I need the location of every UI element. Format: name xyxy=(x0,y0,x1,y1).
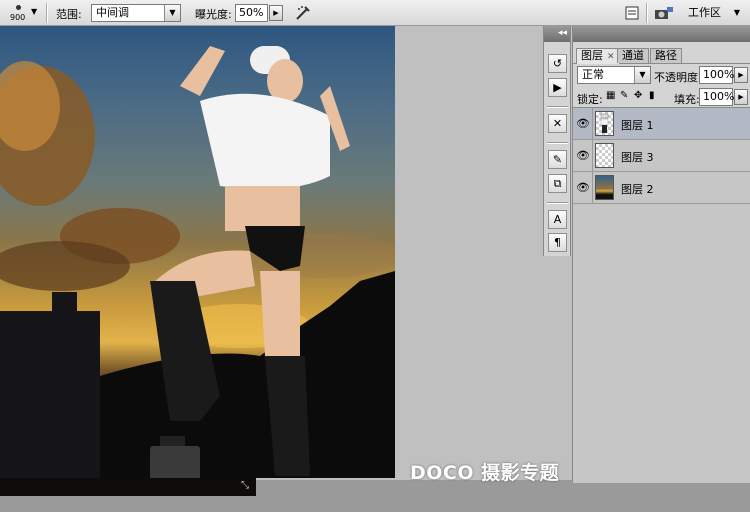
opacity-label: 不透明度: xyxy=(654,71,702,84)
blend-mode-value: 正常 xyxy=(582,68,604,81)
clone-source-panel-button[interactable]: ⧉ xyxy=(548,174,567,193)
history-icon: ↺ xyxy=(552,57,563,70)
close-icon[interactable]: ✕ xyxy=(607,52,615,62)
palette-icon xyxy=(625,6,639,20)
brush-size-label: 900 xyxy=(10,13,26,22)
toggle-palette-well-button[interactable] xyxy=(622,3,642,23)
chevron-down-icon: ▼ xyxy=(733,8,740,17)
exposure-input[interactable]: 50% xyxy=(235,4,268,22)
brush-preset-picker[interactable]: 900 xyxy=(8,2,30,22)
character-panel-button[interactable]: A xyxy=(548,210,567,229)
exposure-value: 50% xyxy=(239,6,264,19)
separator xyxy=(547,142,568,144)
exposure-slider-button[interactable]: ▶ xyxy=(269,5,283,21)
blend-row: 正常 ▼ 不透明度: 100% ▶ xyxy=(573,65,750,85)
layer-thumbnail xyxy=(595,175,614,200)
history-panel-button[interactable]: ↺ xyxy=(548,54,567,73)
workspace-background xyxy=(395,26,545,482)
airbrush-icon xyxy=(296,6,310,20)
lock-transparency-icon[interactable]: ▦ xyxy=(606,90,615,101)
photo-scene xyxy=(0,46,395,478)
layer-thumbnail xyxy=(595,143,614,168)
layer-name: 图层 3 xyxy=(621,151,654,164)
opacity-input[interactable]: 100% xyxy=(699,66,735,84)
fill-slider-button[interactable]: ▶ xyxy=(734,89,748,105)
brushes-panel-button[interactable]: ✎ xyxy=(548,150,567,169)
separator xyxy=(646,3,648,23)
range-label: 范围: xyxy=(56,8,82,21)
character-icon: A xyxy=(553,213,562,226)
separator xyxy=(592,108,593,139)
lock-label: 锁定: xyxy=(577,93,603,106)
opacity-slider-button[interactable]: ▶ xyxy=(734,67,748,83)
brush-icon: ✎ xyxy=(552,153,563,166)
eye-icon[interactable]: 👁 xyxy=(576,181,590,195)
paragraph-icon: ¶ xyxy=(554,236,561,249)
panel-header[interactable] xyxy=(573,26,750,42)
brush-dropdown-arrow-icon[interactable]: ▼ xyxy=(31,7,37,16)
bridge-button[interactable] xyxy=(652,3,676,23)
canvas-extension xyxy=(0,478,256,496)
paragraph-panel-button[interactable]: ¶ xyxy=(548,233,567,252)
separator xyxy=(547,202,568,204)
collapsed-panel-dock: ◂◂ ↺ ▶ ✕ ✎ ⧉ A ¶ xyxy=(543,26,571,256)
layer-thumbnail xyxy=(595,111,614,136)
play-icon: ▶ xyxy=(553,81,562,94)
chevron-down-icon: ▼ xyxy=(634,67,650,83)
figure-thumbnail-icon xyxy=(600,113,609,133)
camera-icon xyxy=(655,7,673,19)
tab-paths[interactable]: 路径 xyxy=(650,48,682,63)
tab-label: 路径 xyxy=(655,49,677,62)
separator xyxy=(592,140,593,171)
resize-grip-icon[interactable]: ⤡ xyxy=(241,480,249,491)
lock-row: 锁定: ▦ ✎ ✥ ▮ 填充: 100% ▶ xyxy=(573,88,750,106)
exposure-label: 曝光度: xyxy=(195,8,232,21)
lock-all-icon[interactable]: ▮ xyxy=(649,90,655,101)
separator xyxy=(592,172,593,203)
fill-label: 填充: xyxy=(674,93,700,106)
layer-row[interactable]: 👁 图层 3 xyxy=(573,140,750,172)
range-select[interactable]: 中间调 ▼ xyxy=(91,4,181,22)
layers-panel: 图层 ✕ 通道 路径 正常 ▼ 不透明度: 100% ▶ 锁定: ▦ ✎ ✥ ▮ … xyxy=(572,26,750,483)
lock-pixels-icon[interactable]: ✎ xyxy=(620,90,628,101)
fill-input[interactable]: 100% xyxy=(699,88,735,106)
blend-mode-select[interactable]: 正常 ▼ xyxy=(577,66,651,84)
separator xyxy=(46,3,48,23)
lock-position-icon[interactable]: ✥ xyxy=(634,90,642,101)
actions-panel-button[interactable]: ▶ xyxy=(548,78,567,97)
tab-label: 图层 xyxy=(581,49,603,62)
workspace-background xyxy=(0,496,750,512)
brush-tip-icon xyxy=(16,5,21,10)
eye-icon[interactable]: 👁 xyxy=(576,117,590,131)
layer-row[interactable]: 👁 图层 2 xyxy=(573,172,750,204)
workspace-menu[interactable]: 工作区 ▼ xyxy=(680,2,746,23)
layer-name: 图层 2 xyxy=(621,183,654,196)
tool-presets-panel-button[interactable]: ✕ xyxy=(548,114,567,133)
range-select-value: 中间调 xyxy=(96,6,129,19)
collapse-icon[interactable]: ◂◂ xyxy=(558,28,567,38)
layer-name: 图层 1 xyxy=(621,119,654,132)
document-canvas[interactable] xyxy=(0,26,395,478)
fill-value: 100% xyxy=(703,90,735,103)
airbrush-button[interactable] xyxy=(293,3,313,23)
watermark-text: DOCO 摄影专题 xyxy=(410,462,560,484)
eye-icon[interactable]: 👁 xyxy=(576,149,590,163)
workspace-label: 工作区 xyxy=(688,6,721,19)
tab-layers[interactable]: 图层 ✕ xyxy=(576,48,620,64)
tab-channels[interactable]: 通道 xyxy=(617,48,649,63)
panel-tabs: 图层 ✕ 通道 路径 xyxy=(573,46,750,64)
tab-label: 通道 xyxy=(622,49,644,62)
opacity-value: 100% xyxy=(703,68,735,81)
layer-row[interactable]: 👁 图层 1 xyxy=(573,108,750,140)
options-bar: 900 ▼ 范围: 中间调 ▼ 曝光度: 50% ▶ 工作区 ▼ xyxy=(0,0,750,26)
chevron-down-icon: ▼ xyxy=(164,5,180,21)
layers-list: 👁 图层 1 👁 图层 3 👁 图层 2 xyxy=(573,107,750,483)
clone-stamp-icon: ⧉ xyxy=(553,177,562,190)
separator xyxy=(547,106,568,108)
tools-icon: ✕ xyxy=(552,117,563,130)
dock-header[interactable]: ◂◂ xyxy=(544,26,570,42)
